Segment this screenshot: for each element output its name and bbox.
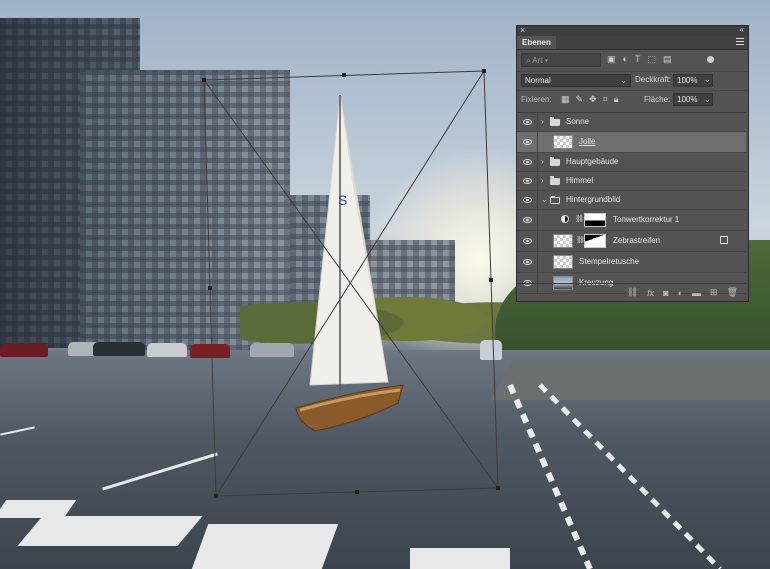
lock-row: Fixieren: ▦ ✎ ✥ ⌗ 🔒︎ Fläche: 100% ⌄ — [517, 90, 748, 108]
layer-tonwertkorrektur[interactable]: ⛓ Tonwertkorrektur 1 — [517, 210, 746, 231]
filter-icons: ▣ ◐ T ⬚ ▤ — [607, 54, 671, 65]
filter-toggle-icon[interactable] — [707, 56, 714, 63]
blend-row: Normal ⌄ Deckkraft: 100% ⌄ — [517, 71, 748, 90]
layer-mask-thumbnail[interactable] — [584, 234, 606, 248]
visibility-eye-icon[interactable] — [523, 119, 532, 125]
panel-titlebar[interactable]: × « — [517, 25, 748, 36]
folder-open-icon — [550, 196, 560, 204]
layer-thumbnail — [553, 135, 573, 149]
opacity-value: 100% — [677, 76, 698, 85]
layer-name: Hintergrundbild — [566, 195, 621, 204]
close-icon[interactable]: × — [520, 25, 525, 35]
layer-himmel[interactable]: › Himmel — [517, 172, 746, 191]
lock-all-icon[interactable]: 🔒︎ — [614, 94, 619, 105]
link-icon[interactable]: ⛓ — [575, 215, 584, 223]
link-layers-icon[interactable]: ⛓ — [627, 287, 638, 298]
filter-placeholder: Art — [532, 56, 543, 65]
sailboat-jolle[interactable]: S — [295, 94, 404, 432]
panel-bottom-toolbar: ⛓ fx ◙ ◐ ▬ ⊞ 🗑︎ — [517, 283, 746, 301]
layer-thumbnail — [553, 234, 573, 248]
layer-hauptgebaeude[interactable]: › Hauptgebäude — [517, 153, 746, 172]
folder-icon — [550, 176, 560, 185]
layer-hintergrundbild[interactable]: ⌄ Hintergrundbild — [517, 191, 746, 210]
layer-sonne[interactable]: › Sonne — [517, 113, 746, 132]
layer-name: Tonwertkorrektur 1 — [613, 215, 680, 224]
svg-text:S: S — [338, 192, 347, 208]
adjustment-layer-icon — [561, 215, 569, 223]
transform-handle[interactable] — [214, 494, 218, 498]
blend-mode-value: Normal — [525, 76, 551, 85]
lock-transparency-icon[interactable]: ▦ — [561, 94, 570, 105]
layer-name: Sonne — [566, 117, 590, 126]
chevron-down-icon: ⌄ — [620, 76, 627, 85]
layers-list: › Sonne Jolle › Hauptgebäude › Himmel ⌄ — [517, 112, 746, 294]
layer-name: Jolle — [579, 137, 596, 146]
add-mask-icon[interactable]: ◙ — [663, 288, 668, 298]
type-filter-icon[interactable]: T — [635, 54, 641, 65]
shape-filter-icon[interactable]: ⬚ — [647, 54, 656, 65]
layers-panel: × « Ebenen ⌕ Art ▾ ▣ ◐ T ⬚ ▤ Normal ⌄ De… — [516, 25, 749, 302]
blend-mode-select[interactable]: Normal ⌄ — [521, 74, 631, 87]
image-filter-icon[interactable]: ▣ — [607, 54, 616, 65]
visibility-eye-icon[interactable] — [523, 238, 532, 244]
new-group-folder-icon[interactable]: ▬ — [692, 288, 701, 298]
layer-name: Hauptgebäude — [566, 157, 619, 166]
transform-handle[interactable] — [355, 490, 359, 494]
fill-label: Fläche: — [644, 95, 671, 104]
layer-stempelretusche[interactable]: Stempelretusche — [517, 252, 746, 273]
fill-chevron-icon[interactable]: ⌄ — [704, 91, 711, 108]
collapse-icon[interactable]: « — [740, 25, 744, 34]
visibility-eye-icon[interactable] — [523, 217, 532, 223]
transform-handle[interactable] — [496, 486, 500, 490]
visibility-eye-icon[interactable] — [523, 259, 532, 265]
transform-handle[interactable] — [489, 278, 493, 282]
lock-icons: ▦ ✎ ✥ ⌗ 🔒︎ — [561, 94, 618, 105]
transform-handle[interactable] — [208, 286, 212, 290]
filter-row: ⌕ Art ▾ ▣ ◐ T ⬚ ▤ — [517, 53, 748, 71]
new-adjustment-icon[interactable]: ◐ — [678, 288, 683, 298]
chevron-right-icon[interactable]: › — [541, 176, 544, 185]
fill-value: 100% — [677, 95, 698, 104]
lock-position-icon[interactable]: ✥ — [589, 94, 597, 105]
trash-icon[interactable]: 🗑︎ — [727, 287, 738, 298]
chevron-right-icon[interactable]: › — [541, 157, 544, 166]
layer-jolle[interactable]: Jolle — [517, 132, 746, 153]
chevron-right-icon[interactable]: › — [541, 117, 544, 126]
folder-icon — [550, 117, 560, 126]
visibility-eye-icon[interactable] — [523, 178, 532, 184]
tab-ebenen[interactable]: Ebenen — [517, 36, 556, 49]
panel-menu-icon[interactable] — [736, 38, 744, 46]
opacity-chevron-icon[interactable]: ⌄ — [704, 72, 711, 88]
transform-handle[interactable] — [202, 78, 206, 82]
folder-icon — [550, 157, 560, 166]
transform-handle[interactable] — [342, 73, 346, 77]
layer-name: Stempelretusche — [579, 257, 640, 266]
chevron-down-icon[interactable]: ⌄ — [541, 195, 548, 204]
smart-object-icon — [720, 236, 728, 244]
layer-name: Himmel — [566, 176, 594, 185]
new-layer-icon[interactable]: ⊞ — [710, 287, 718, 298]
lock-brush-icon[interactable]: ✎ — [576, 94, 584, 105]
layer-thumbnail — [553, 255, 573, 269]
transform-handle[interactable] — [482, 69, 486, 73]
visibility-eye-icon[interactable] — [523, 139, 532, 145]
free-transform-box[interactable] — [202, 69, 500, 498]
panel-tab-row: Ebenen — [517, 36, 748, 50]
opacity-label: Deckkraft: — [635, 75, 672, 84]
layer-name: Zebrastreifen — [613, 236, 661, 245]
filter-kind-select[interactable]: ⌕ Art ▾ — [521, 53, 601, 67]
smart-object-filter-icon[interactable]: ▤ — [663, 54, 672, 65]
lock-label: Fixieren: — [521, 95, 552, 104]
layer-mask-thumbnail[interactable] — [584, 213, 606, 227]
visibility-eye-icon[interactable] — [523, 159, 532, 165]
visibility-eye-icon[interactable] — [523, 197, 532, 203]
adjustment-filter-icon[interactable]: ◐ — [623, 54, 628, 65]
layer-zebrastreifen[interactable]: ⛓ Zebrastreifen — [517, 231, 746, 252]
lock-artboard-icon[interactable]: ⌗ — [603, 94, 608, 105]
fx-icon[interactable]: fx — [647, 288, 654, 298]
